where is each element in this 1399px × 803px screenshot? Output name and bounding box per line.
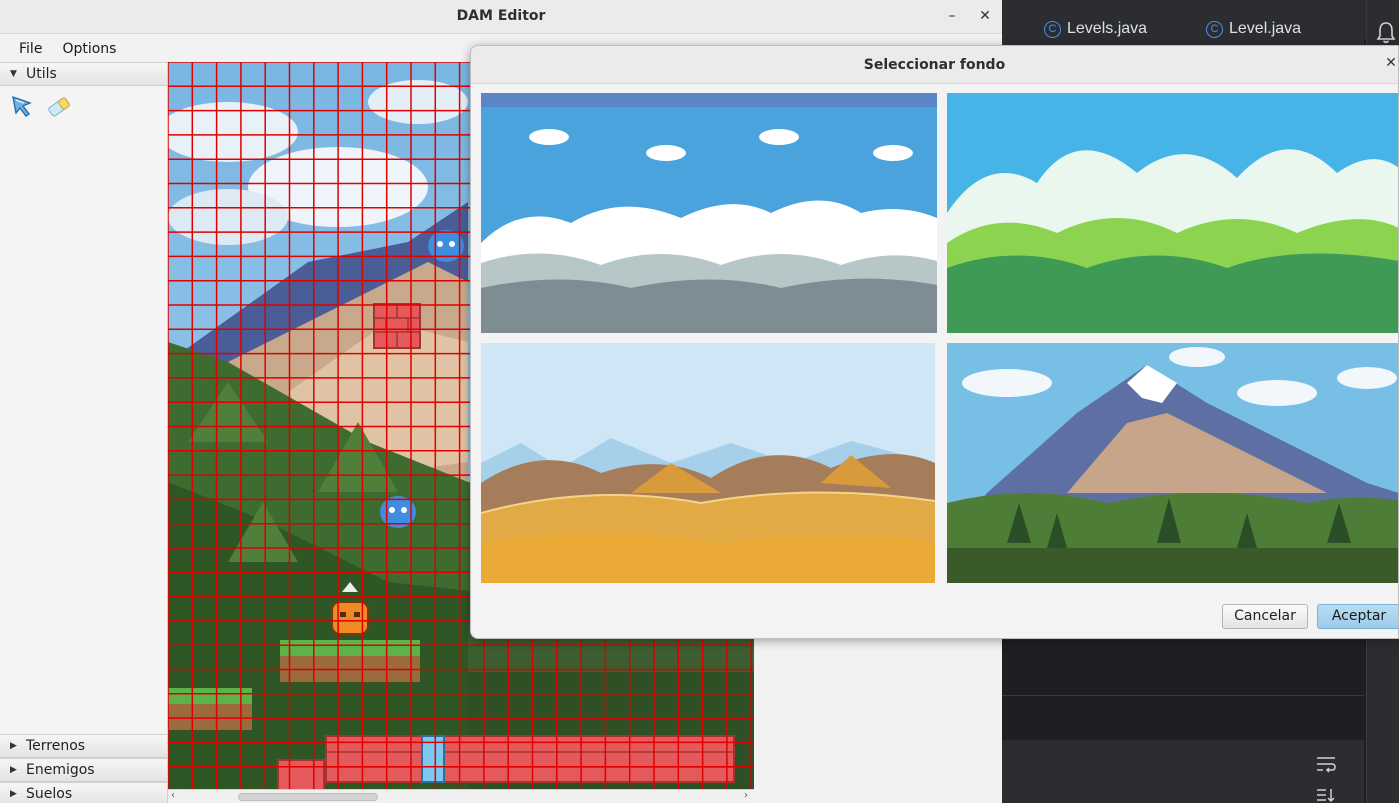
class-icon: C (1206, 20, 1223, 38)
brick-block[interactable] (373, 303, 421, 349)
section-suelos-header[interactable]: ▶ Suelos (0, 782, 167, 803)
select-background-dialog: Seleccionar fondo ✕ Cancelar Aceptar (470, 45, 1399, 639)
collapsed-triangle-icon: ▶ (10, 789, 17, 799)
scroll-left-icon[interactable]: ‹ (171, 790, 175, 801)
grass-platform[interactable] (280, 640, 420, 682)
section-utils-header[interactable]: ▼ Utils (0, 62, 167, 86)
scroll-thumb[interactable] (238, 793, 378, 801)
soft-wrap-icon[interactable] (1315, 755, 1337, 773)
collapsed-triangle-icon: ▶ (10, 741, 17, 751)
horizontal-scrollbar[interactable]: ‹ › (168, 789, 754, 803)
ide-tab-levels[interactable]: C Levels.java (1044, 20, 1147, 38)
ide-panel (1002, 640, 1364, 695)
accept-button[interactable]: Aceptar (1317, 604, 1398, 629)
background-option-hills[interactable] (947, 93, 1398, 333)
dialog-titlebar: Seleccionar fondo ✕ (471, 46, 1398, 84)
background-option-desert[interactable] (481, 343, 935, 583)
collapsed-triangle-icon: ▶ (10, 765, 17, 775)
window-titlebar: DAM Editor – ✕ (0, 0, 1002, 34)
minimize-button[interactable]: – (942, 6, 962, 26)
scroll-right-icon[interactable]: › (744, 790, 748, 801)
eraser-icon[interactable] (46, 94, 72, 120)
scroll-to-end-icon[interactable] (1315, 787, 1337, 803)
section-label: Terrenos (26, 738, 86, 754)
palette-panel: ▼ Utils ▶ Terrenos ▶ Enemigos ▶ Suelos (0, 62, 168, 803)
close-dialog-icon[interactable]: ✕ (1384, 55, 1398, 71)
cancel-button[interactable]: Cancelar (1222, 604, 1308, 629)
expanded-triangle-icon: ▼ (10, 69, 17, 79)
close-window-button[interactable]: ✕ (975, 6, 995, 26)
section-enemigos-header[interactable]: ▶ Enemigos (0, 758, 167, 782)
brick-floor[interactable] (277, 735, 735, 790)
blue-enemy[interactable] (428, 230, 464, 262)
utils-tools (0, 86, 167, 734)
ide-tab-bar: C Levels.java C Level.java (1002, 10, 1399, 46)
cursor-icon[interactable] (10, 94, 36, 120)
background-option-sky[interactable] (481, 93, 937, 333)
snowy-mountain-forest-background (947, 343, 1398, 583)
background-option-mountain[interactable] (947, 343, 1398, 583)
menu-options[interactable]: Options (62, 34, 116, 62)
section-label: Enemigos (26, 762, 95, 778)
ide-tab-level[interactable]: C Level.java (1206, 20, 1301, 38)
ide-tab-label: Levels.java (1067, 20, 1148, 37)
menu-file[interactable]: File (19, 34, 42, 62)
class-icon: C (1044, 20, 1061, 38)
ide-tab-label: Level.java (1229, 20, 1302, 37)
window-title: DAM Editor (456, 8, 546, 24)
notification-bell-icon[interactable] (1375, 20, 1397, 44)
ide-panel (1002, 695, 1364, 740)
sky-clouds-mountains-background (481, 93, 937, 333)
desert-dunes-background (481, 343, 935, 583)
dialog-title: Seleccionar fondo (863, 57, 1006, 73)
green-hills-background (947, 93, 1398, 333)
section-terrenos-header[interactable]: ▶ Terrenos (0, 734, 167, 758)
section-label: Suelos (26, 786, 73, 802)
section-label: Utils (26, 66, 57, 82)
